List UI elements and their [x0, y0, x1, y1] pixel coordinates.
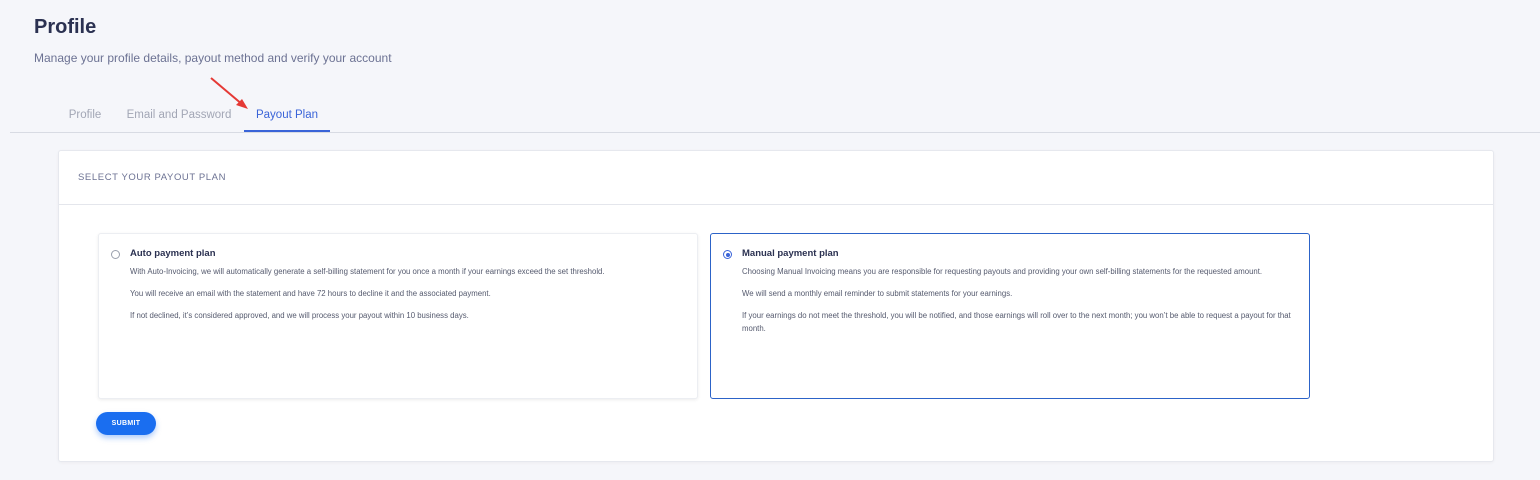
- plan-description: With Auto-Invoicing, we will automatical…: [130, 267, 605, 276]
- tab-payout-plan[interactable]: Payout Plan: [244, 100, 330, 132]
- tab-email-and-password[interactable]: Email and Password: [122, 100, 236, 132]
- manual-payment-plan-option[interactable]: Manual payment plan Choosing Manual Invo…: [710, 233, 1310, 399]
- plan-description: If your earnings do not meet the thresho…: [742, 311, 1291, 333]
- payout-plan-card: SELECT YOUR PAYOUT PLAN Auto payment pla…: [58, 150, 1494, 462]
- page-subtitle: Manage your profile details, payout meth…: [34, 51, 392, 65]
- page-title: Profile: [34, 16, 97, 38]
- manual-plan-radio[interactable]: [723, 250, 732, 259]
- tab-profile[interactable]: Profile: [62, 100, 108, 132]
- tab-bar: Profile Email and Password Payout Plan: [10, 100, 1540, 133]
- plan-description: Choosing Manual Invoicing means you are …: [742, 267, 1263, 276]
- plan-title: Auto payment plan: [130, 248, 216, 259]
- auto-plan-radio[interactable]: [111, 250, 120, 259]
- submit-button[interactable]: SUBMIT: [96, 412, 156, 435]
- card-heading: SELECT YOUR PAYOUT PLAN: [59, 151, 1493, 205]
- plan-title: Manual payment plan: [742, 248, 839, 259]
- plan-description: If not declined, it’s considered approve…: [130, 311, 469, 320]
- auto-payment-plan-option[interactable]: Auto payment plan With Auto-Invoicing, w…: [98, 233, 698, 399]
- plan-description: We will send a monthly email reminder to…: [742, 289, 1013, 298]
- plan-description: You will receive an email with the state…: [130, 289, 491, 298]
